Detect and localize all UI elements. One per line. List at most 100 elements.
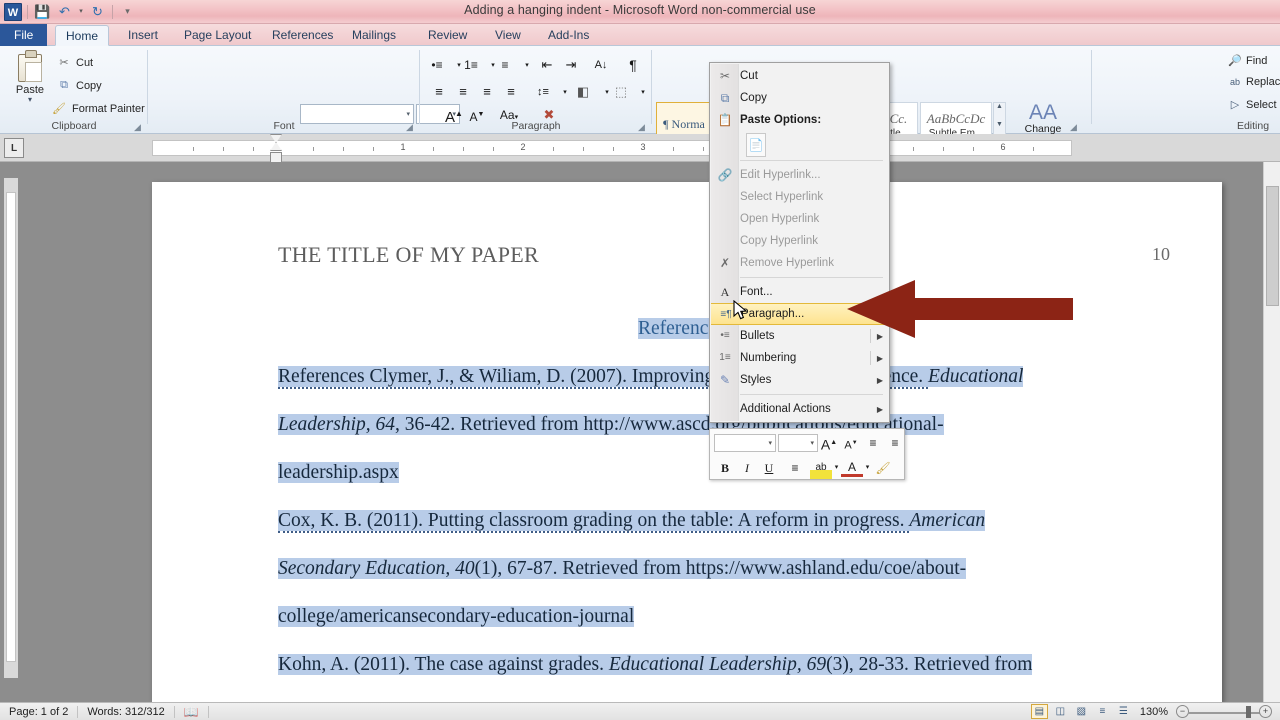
- bullets-button[interactable]: •≡: [426, 54, 448, 76]
- mini-font-size-input[interactable]: ▾: [778, 433, 818, 452]
- additional-actions-submenu-arrow-icon[interactable]: ▶: [877, 405, 883, 414]
- sort-button[interactable]: A↓: [590, 54, 612, 76]
- group-divider-4: [1091, 50, 1092, 124]
- context-menu-item-select-hyperlink: Select Hyperlink: [710, 186, 889, 208]
- context-font-label: Font...: [740, 286, 773, 298]
- line-spacing-button[interactable]: ↕≡: [532, 81, 554, 103]
- numbering-submenu-arrow-icon[interactable]: ▶: [877, 354, 883, 363]
- borders-button[interactable]: ⬚: [610, 81, 632, 103]
- ref1a-italic: Educational: [928, 366, 1024, 387]
- paste-dropdown-icon[interactable]: ▾: [28, 96, 32, 104]
- tab-references[interactable]: References: [262, 25, 343, 46]
- paste-button[interactable]: Paste ▾: [8, 50, 52, 114]
- font-dialog-launcher-icon[interactable]: ◢: [406, 122, 416, 132]
- context-menu-item-numbering[interactable]: 1≡ Numbering ▶: [710, 347, 889, 369]
- tab-insert[interactable]: Insert: [118, 25, 168, 46]
- tab-stop-selector[interactable]: L: [4, 138, 24, 158]
- context-menu[interactable]: ✂ Cut ⧉ Copy 📋 Paste Options: 📄 🔗 Edit H…: [709, 62, 890, 423]
- reference-line-2a[interactable]: Cox, K. B. (2011). Putting classroom gra…: [278, 506, 986, 536]
- show-formatting-marks-button[interactable]: ¶: [622, 54, 644, 76]
- mini-font-name-input[interactable]: ▾: [714, 433, 776, 452]
- mini-font-color-icon[interactable]: A: [841, 459, 863, 477]
- mini-center-button[interactable]: ≡: [784, 457, 806, 479]
- outline-view-button[interactable]: ≡: [1094, 704, 1111, 719]
- decrease-indent-button[interactable]: ⇤: [536, 54, 558, 76]
- mini-shrink-font-button[interactable]: A▼: [840, 432, 862, 454]
- copy-icon: ⧉: [720, 91, 730, 105]
- mini-highlight-icon[interactable]: ab: [810, 456, 832, 479]
- cut-button[interactable]: ✂ Cut: [56, 56, 93, 70]
- mini-format-painter-icon[interactable]: 🖌: [872, 457, 894, 479]
- styles-dialog-launcher-icon[interactable]: ◢: [1070, 122, 1080, 132]
- ref2b-italic: Secondary Education, 40: [278, 558, 475, 579]
- context-menu-item-cut[interactable]: ✂ Cut: [710, 65, 889, 87]
- reference-line-1a[interactable]: References Clymer, J., & Wiliam, D. (200…: [278, 362, 1024, 392]
- increase-indent-button[interactable]: ⇥: [560, 54, 582, 76]
- format-painter-button[interactable]: 🖌 Format Painter: [50, 102, 145, 116]
- clipboard-dialog-launcher-icon[interactable]: ◢: [134, 122, 144, 132]
- full-screen-reading-view-button[interactable]: ◫: [1052, 704, 1069, 719]
- web-layout-view-button[interactable]: ▧: [1073, 704, 1090, 719]
- tab-view[interactable]: View: [485, 25, 531, 46]
- scrollbar-thumb[interactable]: [1266, 186, 1279, 306]
- reference-line-1c[interactable]: leadership.aspx: [278, 458, 399, 488]
- copy-button[interactable]: ⧉ Copy: [56, 79, 102, 92]
- vertical-scrollbar[interactable]: [1263, 162, 1280, 702]
- replace-button[interactable]: ab Replace: [1228, 76, 1280, 88]
- mini-increase-indent-button[interactable]: ≡: [884, 432, 906, 454]
- draft-view-button[interactable]: ☰: [1115, 704, 1132, 719]
- document-page[interactable]: THE TITLE OF MY PAPER 10 References Refe…: [152, 182, 1222, 702]
- document-workspace: THE TITLE OF MY PAPER 10 References Refe…: [0, 162, 1280, 702]
- zoom-slider-handle[interactable]: [1246, 705, 1251, 718]
- mini-bold-button[interactable]: B: [714, 457, 736, 479]
- context-menu-item-styles[interactable]: ✎ Styles ▶: [710, 369, 889, 391]
- reference-line-2b[interactable]: Secondary Education, 40(1), 67-87. Retri…: [278, 554, 967, 584]
- ref2b-text: (1), 67-87. Retrieved from https://www.a…: [474, 558, 967, 579]
- status-bar: Page: 1 of 2 Words: 312/312 📖 ▤ ◫ ▧ ≡ ☰ …: [0, 702, 1280, 720]
- mini-font-color-dropdown-icon[interactable]: ▾: [863, 457, 872, 479]
- document-body[interactable]: THE TITLE OF MY PAPER 10 References Refe…: [152, 182, 1222, 702]
- find-button[interactable]: 🔎 Find: [1228, 54, 1267, 68]
- mini-highlight-dropdown-icon[interactable]: ▾: [832, 457, 841, 479]
- mini-formatting-toolbar[interactable]: ▾ ▾ A▲ A▼ ≡ ≡ B I U ≡ ab ▾ A ▾ 🖌: [709, 428, 905, 480]
- print-layout-view-button[interactable]: ▤: [1030, 704, 1048, 719]
- zoom-in-button[interactable]: +: [1259, 704, 1272, 718]
- zoom-level-label[interactable]: 130%: [1136, 706, 1172, 718]
- tab-home[interactable]: Home: [55, 25, 110, 46]
- numbering-button[interactable]: 1≡: [460, 54, 482, 76]
- shading-button[interactable]: ◧: [572, 81, 594, 103]
- mini-grow-font-button[interactable]: A▲: [818, 432, 840, 454]
- mini-decrease-indent-button[interactable]: ≡: [862, 432, 884, 454]
- styles-scroll-up-icon[interactable]: ▲: [996, 103, 1003, 110]
- context-menu-item-additional-actions[interactable]: Additional Actions ▶: [710, 398, 889, 420]
- select-button[interactable]: ▷ Select: [1228, 98, 1277, 112]
- mini-underline-button[interactable]: U: [758, 457, 780, 479]
- reference-line-3a[interactable]: Kohn, A. (2011). The case against grades…: [278, 650, 1033, 680]
- multilevel-list-button[interactable]: ≡: [494, 54, 516, 76]
- tab-file[interactable]: File: [0, 24, 48, 46]
- paste-keep-formatting-icon[interactable]: 📄: [746, 133, 766, 157]
- styles-submenu-arrow-icon[interactable]: ▶: [877, 376, 883, 385]
- status-page-indicator[interactable]: Page: 1 of 2: [0, 706, 77, 718]
- tab-mailings[interactable]: Mailings: [342, 25, 406, 46]
- mini-italic-button[interactable]: I: [736, 457, 758, 479]
- proofing-errors-icon[interactable]: 📖: [175, 705, 208, 719]
- tab-review[interactable]: Review: [418, 25, 477, 46]
- mini-font-name-dropdown-icon[interactable]: ▾: [768, 439, 775, 447]
- status-word-count[interactable]: Words: 312/312: [78, 706, 173, 718]
- paintbrush-icon: 🖌: [52, 103, 66, 115]
- paragraph-dialog-launcher-icon[interactable]: ◢: [638, 122, 648, 132]
- mini-font-size-dropdown-icon[interactable]: ▾: [810, 439, 817, 447]
- context-menu-item-copy[interactable]: ⧉ Copy: [710, 87, 889, 109]
- tab-add-ins[interactable]: Add-Ins: [538, 25, 599, 46]
- align-right-button[interactable]: ≡: [476, 81, 498, 103]
- multilevel-dropdown-icon[interactable]: ▾: [516, 55, 538, 77]
- align-left-button[interactable]: ≡: [428, 81, 450, 103]
- horizontal-ruler[interactable]: 1 2 3 4 5 6: [152, 140, 1072, 156]
- tab-page-layout[interactable]: Page Layout: [174, 25, 261, 46]
- align-center-button[interactable]: ≡: [452, 81, 474, 103]
- zoom-slider[interactable]: − +: [1176, 704, 1272, 719]
- justify-button[interactable]: ≡: [500, 81, 522, 103]
- font-name-dropdown-icon[interactable]: ▾: [406, 110, 410, 118]
- reference-line-2c[interactable]: college/americansecondary-education-jour…: [278, 602, 635, 632]
